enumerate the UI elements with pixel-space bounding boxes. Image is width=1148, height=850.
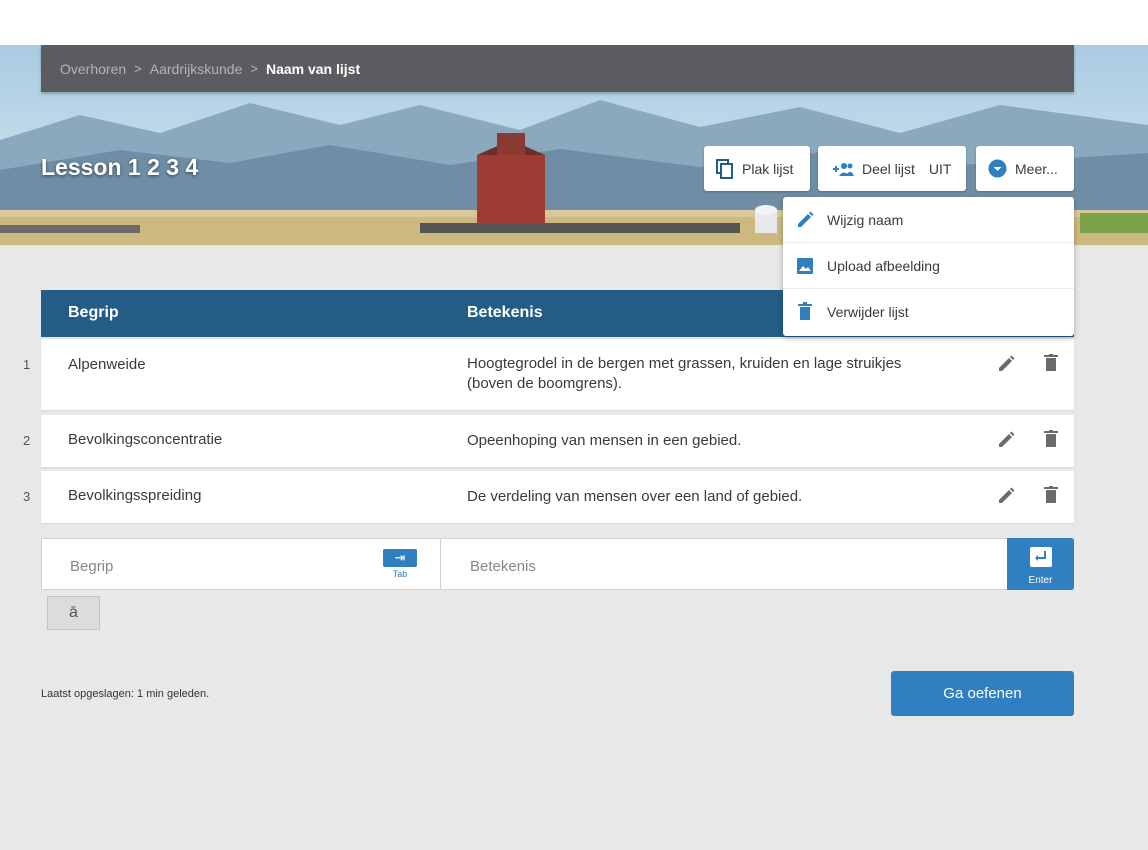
row-term: Bevolkingsspreiding [68,487,202,504]
table-row: 3 Bevolkingsspreiding De verdeling van m… [23,471,1074,523]
pencil-icon [798,211,814,227]
edit-icon[interactable] [996,486,1016,506]
share-status: UIT [928,160,952,177]
menu-item-label: Verwijder lijst [827,304,909,320]
delete-icon[interactable] [1044,486,1058,504]
special-character-button[interactable]: ā [47,596,100,630]
chevron-down-circle-icon [988,159,1007,178]
more-button[interactable]: Meer... [976,146,1074,191]
paste-list-button[interactable]: Plak lijst [704,146,810,191]
row-term: Bevolkingsconcentratie [68,431,223,448]
share-list-button[interactable]: Deel lijst UIT [818,146,966,191]
row-number: 1 [23,357,31,372]
trash-icon [798,302,812,320]
add-people-icon [833,162,854,176]
page-title: Lesson 1 2 3 4 [41,154,199,180]
breadcrumb-item-overhoren[interactable]: Overhoren [60,61,126,77]
term-input[interactable] [68,554,372,578]
menu-item-label: Upload afbeelding [827,257,940,274]
copy-icon [716,158,733,179]
practice-button[interactable]: Ga oefenen [891,671,1074,716]
tab-hint: ⇥ Tab [383,549,417,579]
row-number: 3 [23,489,31,504]
row-term: Alpenweide [68,356,146,373]
enter-key-icon [1029,547,1052,567]
tab-hint-label: Tab [392,569,408,579]
row-definition: De verdeling van mensen over een land of… [467,488,803,505]
menu-item-rename[interactable]: Wijzig naam [783,197,1074,243]
row-number: 2 [23,433,31,448]
top-whitespace [0,0,1148,45]
delete-icon[interactable] [1044,430,1058,448]
enter-label: Enter [1028,575,1053,586]
table-row: 2 Bevolkingsconcentratie Opeenhoping van… [23,415,1074,467]
column-header-definition: Betekenis [467,304,543,321]
breadcrumb: Overhoren > Aardrijkskunde > Naam van li… [41,45,1074,92]
breadcrumb-separator: > [134,61,142,76]
column-header-term: Begrip [68,304,119,321]
more-label: Meer... [1015,160,1058,177]
paste-list-label: Plak lijst [742,160,794,177]
edit-icon[interactable] [996,354,1016,374]
image-icon [797,257,813,274]
term-input-cell: ⇥ Tab [42,539,441,589]
breadcrumb-current: Naam van lijst [265,60,361,77]
new-entry-row: ⇥ Tab [41,538,1074,590]
menu-item-label: Wijzig naam [827,211,904,228]
last-saved-status: Laatst opgeslagen: 1 min geleden. [41,688,210,700]
menu-item-delete-list[interactable]: Verwijder lijst [783,289,1074,335]
tab-arrow-icon: ⇥ [383,549,417,567]
row-definition: Opeenhoping van mensen in een gebied. [467,432,742,449]
table-row: 1 Alpenweide Hoogtegrodel in de bergen m… [23,339,1074,410]
breadcrumb-item-aardrijkskunde[interactable]: Aardrijkskunde [150,61,243,77]
menu-item-upload-image[interactable]: Upload afbeelding [783,243,1074,289]
share-list-label: Deel lijst [862,160,915,177]
more-menu: Wijzig naam Upload afbeelding Verwijder … [783,197,1074,336]
row-definition: Hoogtegrodel in de bergen met grassen, k… [467,355,902,392]
breadcrumb-separator: > [250,61,258,76]
edit-icon[interactable] [996,430,1016,450]
definition-input[interactable] [468,554,992,578]
delete-icon[interactable] [1044,354,1058,372]
enter-button[interactable]: Enter [1007,538,1074,590]
